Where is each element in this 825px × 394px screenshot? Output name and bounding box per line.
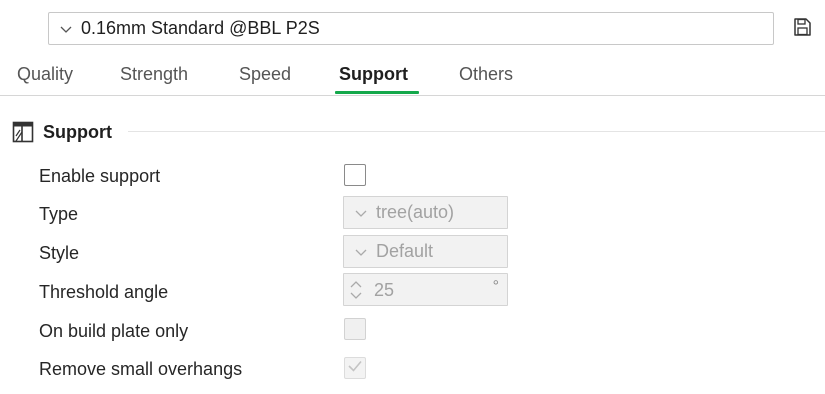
section-divider bbox=[128, 131, 825, 132]
threshold-angle-input[interactable]: 25 ° bbox=[343, 273, 508, 306]
enable-support-checkbox[interactable] bbox=[344, 164, 366, 186]
print-settings-panel: 0.16mm Standard @BBL P2S Quality Strengt… bbox=[0, 0, 825, 394]
preset-dropdown-value: 0.16mm Standard @BBL P2S bbox=[81, 18, 320, 38]
tabs-divider bbox=[0, 95, 825, 96]
chevron-down-icon bbox=[354, 206, 368, 220]
save-icon bbox=[792, 17, 812, 42]
type-select[interactable]: tree(auto) bbox=[343, 196, 508, 229]
on-build-plate-only-label: On build plate only bbox=[39, 321, 189, 341]
threshold-angle-label: Threshold angle bbox=[39, 282, 169, 302]
type-select-value: tree(auto) bbox=[376, 202, 455, 222]
style-select[interactable]: Default bbox=[343, 235, 508, 268]
preset-dropdown[interactable]: 0.16mm Standard @BBL P2S bbox=[48, 12, 774, 45]
spin-arrows-icon[interactable] bbox=[349, 277, 363, 303]
type-label: Type bbox=[39, 204, 79, 224]
tab-quality[interactable]: Quality bbox=[17, 64, 73, 85]
tab-support[interactable]: Support bbox=[339, 64, 408, 85]
section-title: Support bbox=[43, 122, 112, 142]
settings-tabs: Quality Strength Speed Support Others bbox=[0, 58, 825, 96]
active-tab-indicator bbox=[335, 91, 419, 94]
chevron-down-icon bbox=[354, 245, 368, 259]
support-icon bbox=[12, 121, 34, 143]
remove-small-overhangs-label: Remove small overhangs bbox=[39, 359, 243, 379]
style-select-value: Default bbox=[376, 241, 434, 261]
remove-small-overhangs-checkbox[interactable] bbox=[344, 357, 366, 379]
tab-others[interactable]: Others bbox=[459, 64, 513, 85]
enable-support-label: Enable support bbox=[39, 166, 161, 186]
on-build-plate-only-checkbox[interactable] bbox=[344, 318, 366, 340]
style-label: Style bbox=[39, 243, 80, 263]
threshold-angle-unit: ° bbox=[492, 278, 499, 295]
checkmark-icon bbox=[346, 357, 364, 380]
tab-strength[interactable]: Strength bbox=[120, 64, 188, 85]
chevron-down-icon bbox=[59, 22, 73, 36]
threshold-angle-value: 25 bbox=[374, 280, 395, 300]
save-preset-button[interactable] bbox=[791, 17, 813, 42]
tab-speed[interactable]: Speed bbox=[239, 64, 291, 85]
